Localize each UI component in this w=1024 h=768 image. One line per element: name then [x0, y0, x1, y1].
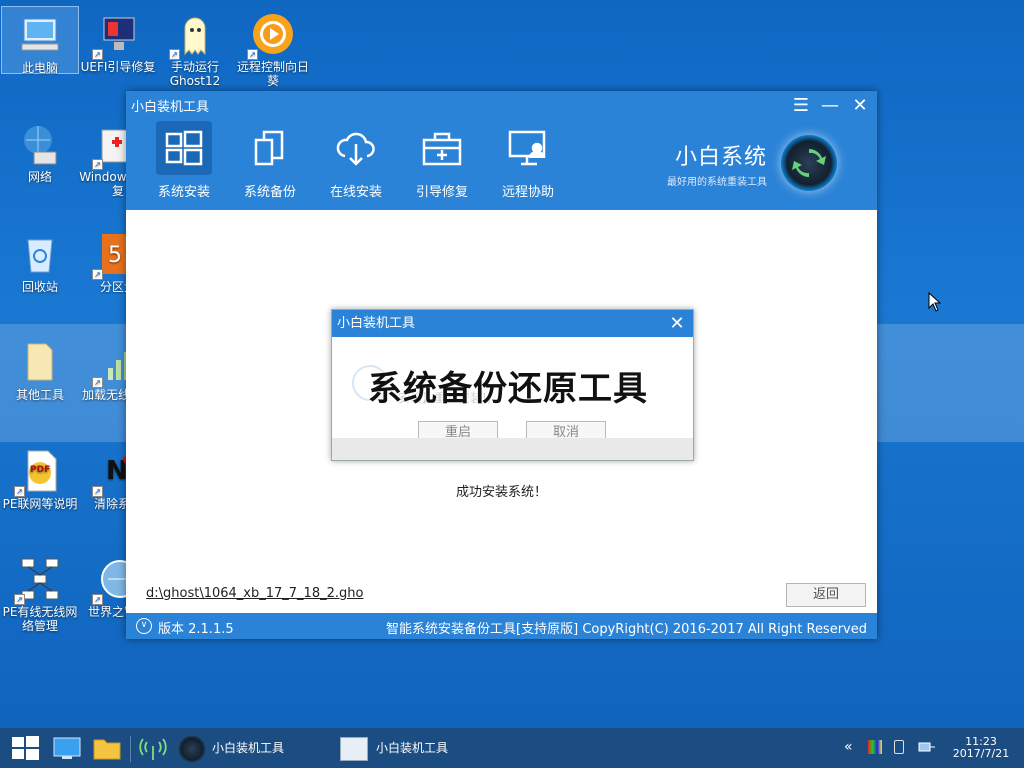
tab-label: 系统备份: [243, 185, 296, 200]
tray-expand-icon[interactable]: «: [844, 740, 858, 754]
svg-text:PDF: PDF: [30, 465, 50, 475]
tray-network-icon[interactable]: [918, 740, 936, 754]
window-title: 小白装机工具: [131, 100, 210, 115]
menu-icon[interactable]: ☰: [789, 95, 813, 117]
taskbar-app-label: 小白装机工具: [376, 741, 449, 755]
taskbar-separator: [130, 736, 131, 762]
sunflower-icon: ↗: [247, 10, 297, 60]
desktop-icon-recycle-bin[interactable]: 回收站: [1, 226, 79, 294]
tab-label: 引导修复: [415, 185, 468, 200]
toolbox-icon: [414, 121, 470, 175]
file-explorer-icon[interactable]: [92, 734, 122, 762]
minimize-button[interactable]: —: [818, 95, 842, 117]
svg-text:5: 5: [108, 243, 122, 268]
brand-logo-icon: [781, 135, 837, 191]
tab-online-install[interactable]: 在线安装: [314, 121, 398, 200]
uefi-monitor-icon: ↗: [92, 10, 142, 60]
tab-system-install[interactable]: 系统安装: [142, 121, 226, 200]
tab-remote-assist[interactable]: 远程协助: [486, 121, 570, 200]
desktop-icon-label: UEFI引导修复: [80, 60, 156, 74]
desktop-icon-other-tools[interactable]: 其他工具: [1, 334, 79, 402]
desktop-icon-sunflower[interactable]: ↗ 远程控制向日葵: [234, 6, 312, 88]
tab-boot-repair[interactable]: 引导修复: [400, 121, 484, 200]
desktop-icon-uefi-repair[interactable]: ↗ UEFI引导修复: [79, 6, 157, 74]
dialog-close-icon[interactable]: ✕: [667, 310, 687, 337]
desktop-icon-label: PE联网等说明: [2, 497, 78, 511]
wireless-antenna-icon[interactable]: [138, 734, 168, 762]
xiaobai-logo-icon: [178, 734, 206, 763]
network-nodes-icon: ↗: [14, 555, 64, 605]
window-footer: ∨ 版本 2.1.1.5 智能系统安装备份工具[支持原版] CopyRight(…: [126, 613, 877, 639]
back-button[interactable]: 返回: [786, 583, 866, 607]
computer-icon: [16, 11, 64, 59]
cloud-download-icon: [328, 121, 384, 175]
tray-display-icon[interactable]: [868, 740, 882, 754]
desktop-icon-label: 其他工具: [15, 388, 64, 402]
desktop-icon-network-manager[interactable]: ↗ PE有线无线网络管理: [1, 551, 79, 633]
folder-icon: [16, 338, 64, 386]
brand-tagline: 最好用的系统重装工具: [667, 177, 767, 188]
dialog-header: 小白装机工具 ✕: [332, 310, 693, 337]
taskbar-app-label: 小白装机工具: [212, 741, 285, 755]
monitor-person-icon: [500, 121, 556, 175]
desktop-icon-label: 网络: [27, 170, 52, 184]
taskbar: 小白装机工具 小白装机工具 « 11:23 2017/7/21: [0, 728, 1024, 768]
tab-label: 系统安装: [157, 185, 210, 200]
recycle-bin-icon: [16, 230, 64, 278]
desktop-icon-label: 远程控制向日葵: [236, 60, 309, 88]
start-windows-icon[interactable]: [10, 734, 40, 762]
dialog-body: 安装】重新安装!) 系统备份还原工具 重启 取消: [332, 337, 693, 445]
dialog-bottom-strip: [332, 438, 693, 460]
desktop-icon-this-pc[interactable]: 此电脑: [1, 6, 79, 75]
taskbar-app-xiaobai-1[interactable]: 小白装机工具: [178, 730, 284, 766]
copyright-label: 智能系统安装备份工具[支持原版] CopyRight(C) 2016-2017 …: [386, 622, 867, 637]
taskbar-app-xiaobai-2[interactable]: 小白装机工具: [340, 730, 448, 766]
desktop-monitor-icon[interactable]: [52, 734, 82, 762]
desktop-icon-pe-guide[interactable]: PDF ↗ PE联网等说明: [1, 443, 79, 511]
pdf-icon: PDF ↗: [14, 447, 64, 497]
version-label: 版本 2.1.1.5: [158, 622, 234, 637]
window-header: 小白装机工具 ☰ — ✕ 系统安装 系统备份 在线安装 引导修复 远程协助 小白…: [126, 91, 877, 210]
ghost-file-path-link[interactable]: d:\ghost\1064_xb_17_7_18_2.gho: [146, 586, 363, 601]
overlay-title: 系统备份还原工具: [368, 369, 648, 409]
chevron-down-icon[interactable]: ∨: [136, 618, 152, 634]
desktop-icon-label: 此电脑: [21, 61, 58, 75]
desktop-icon-label: 回收站: [21, 280, 58, 294]
close-button[interactable]: ✕: [848, 95, 872, 117]
desktop-icon-label: 手动运行Ghost12: [169, 60, 221, 88]
brand-name: 小白系统: [674, 145, 767, 170]
windows-grid-icon: [156, 121, 212, 175]
desktop-icon-network[interactable]: 网络: [1, 116, 79, 184]
mouse-cursor-icon: [928, 291, 942, 315]
desktop-icon-ghost[interactable]: ↗ 手动运行Ghost12: [156, 6, 234, 88]
desktop-icon-label: PE有线无线网络管理: [2, 605, 78, 633]
app-window-icon: [340, 736, 368, 761]
restart-dialog: 小白装机工具 ✕ 安装】重新安装!) 系统备份还原工具 重启 取消: [331, 309, 694, 461]
ghost-icon: ↗: [169, 10, 219, 60]
taskbar-clock[interactable]: 11:23 2017/7/21: [950, 736, 1012, 760]
tab-label: 远程协助: [501, 185, 554, 200]
success-message: 成功安装系统！: [455, 485, 547, 500]
network-globe-icon: [16, 120, 64, 168]
copy-icon: [242, 121, 298, 175]
clock-date: 2017/7/21: [952, 747, 1010, 760]
dialog-title: 小白装机工具: [337, 316, 416, 331]
tab-system-backup[interactable]: 系统备份: [228, 121, 312, 200]
tray-usb-icon[interactable]: [894, 740, 904, 754]
tab-label: 在线安装: [329, 185, 382, 200]
